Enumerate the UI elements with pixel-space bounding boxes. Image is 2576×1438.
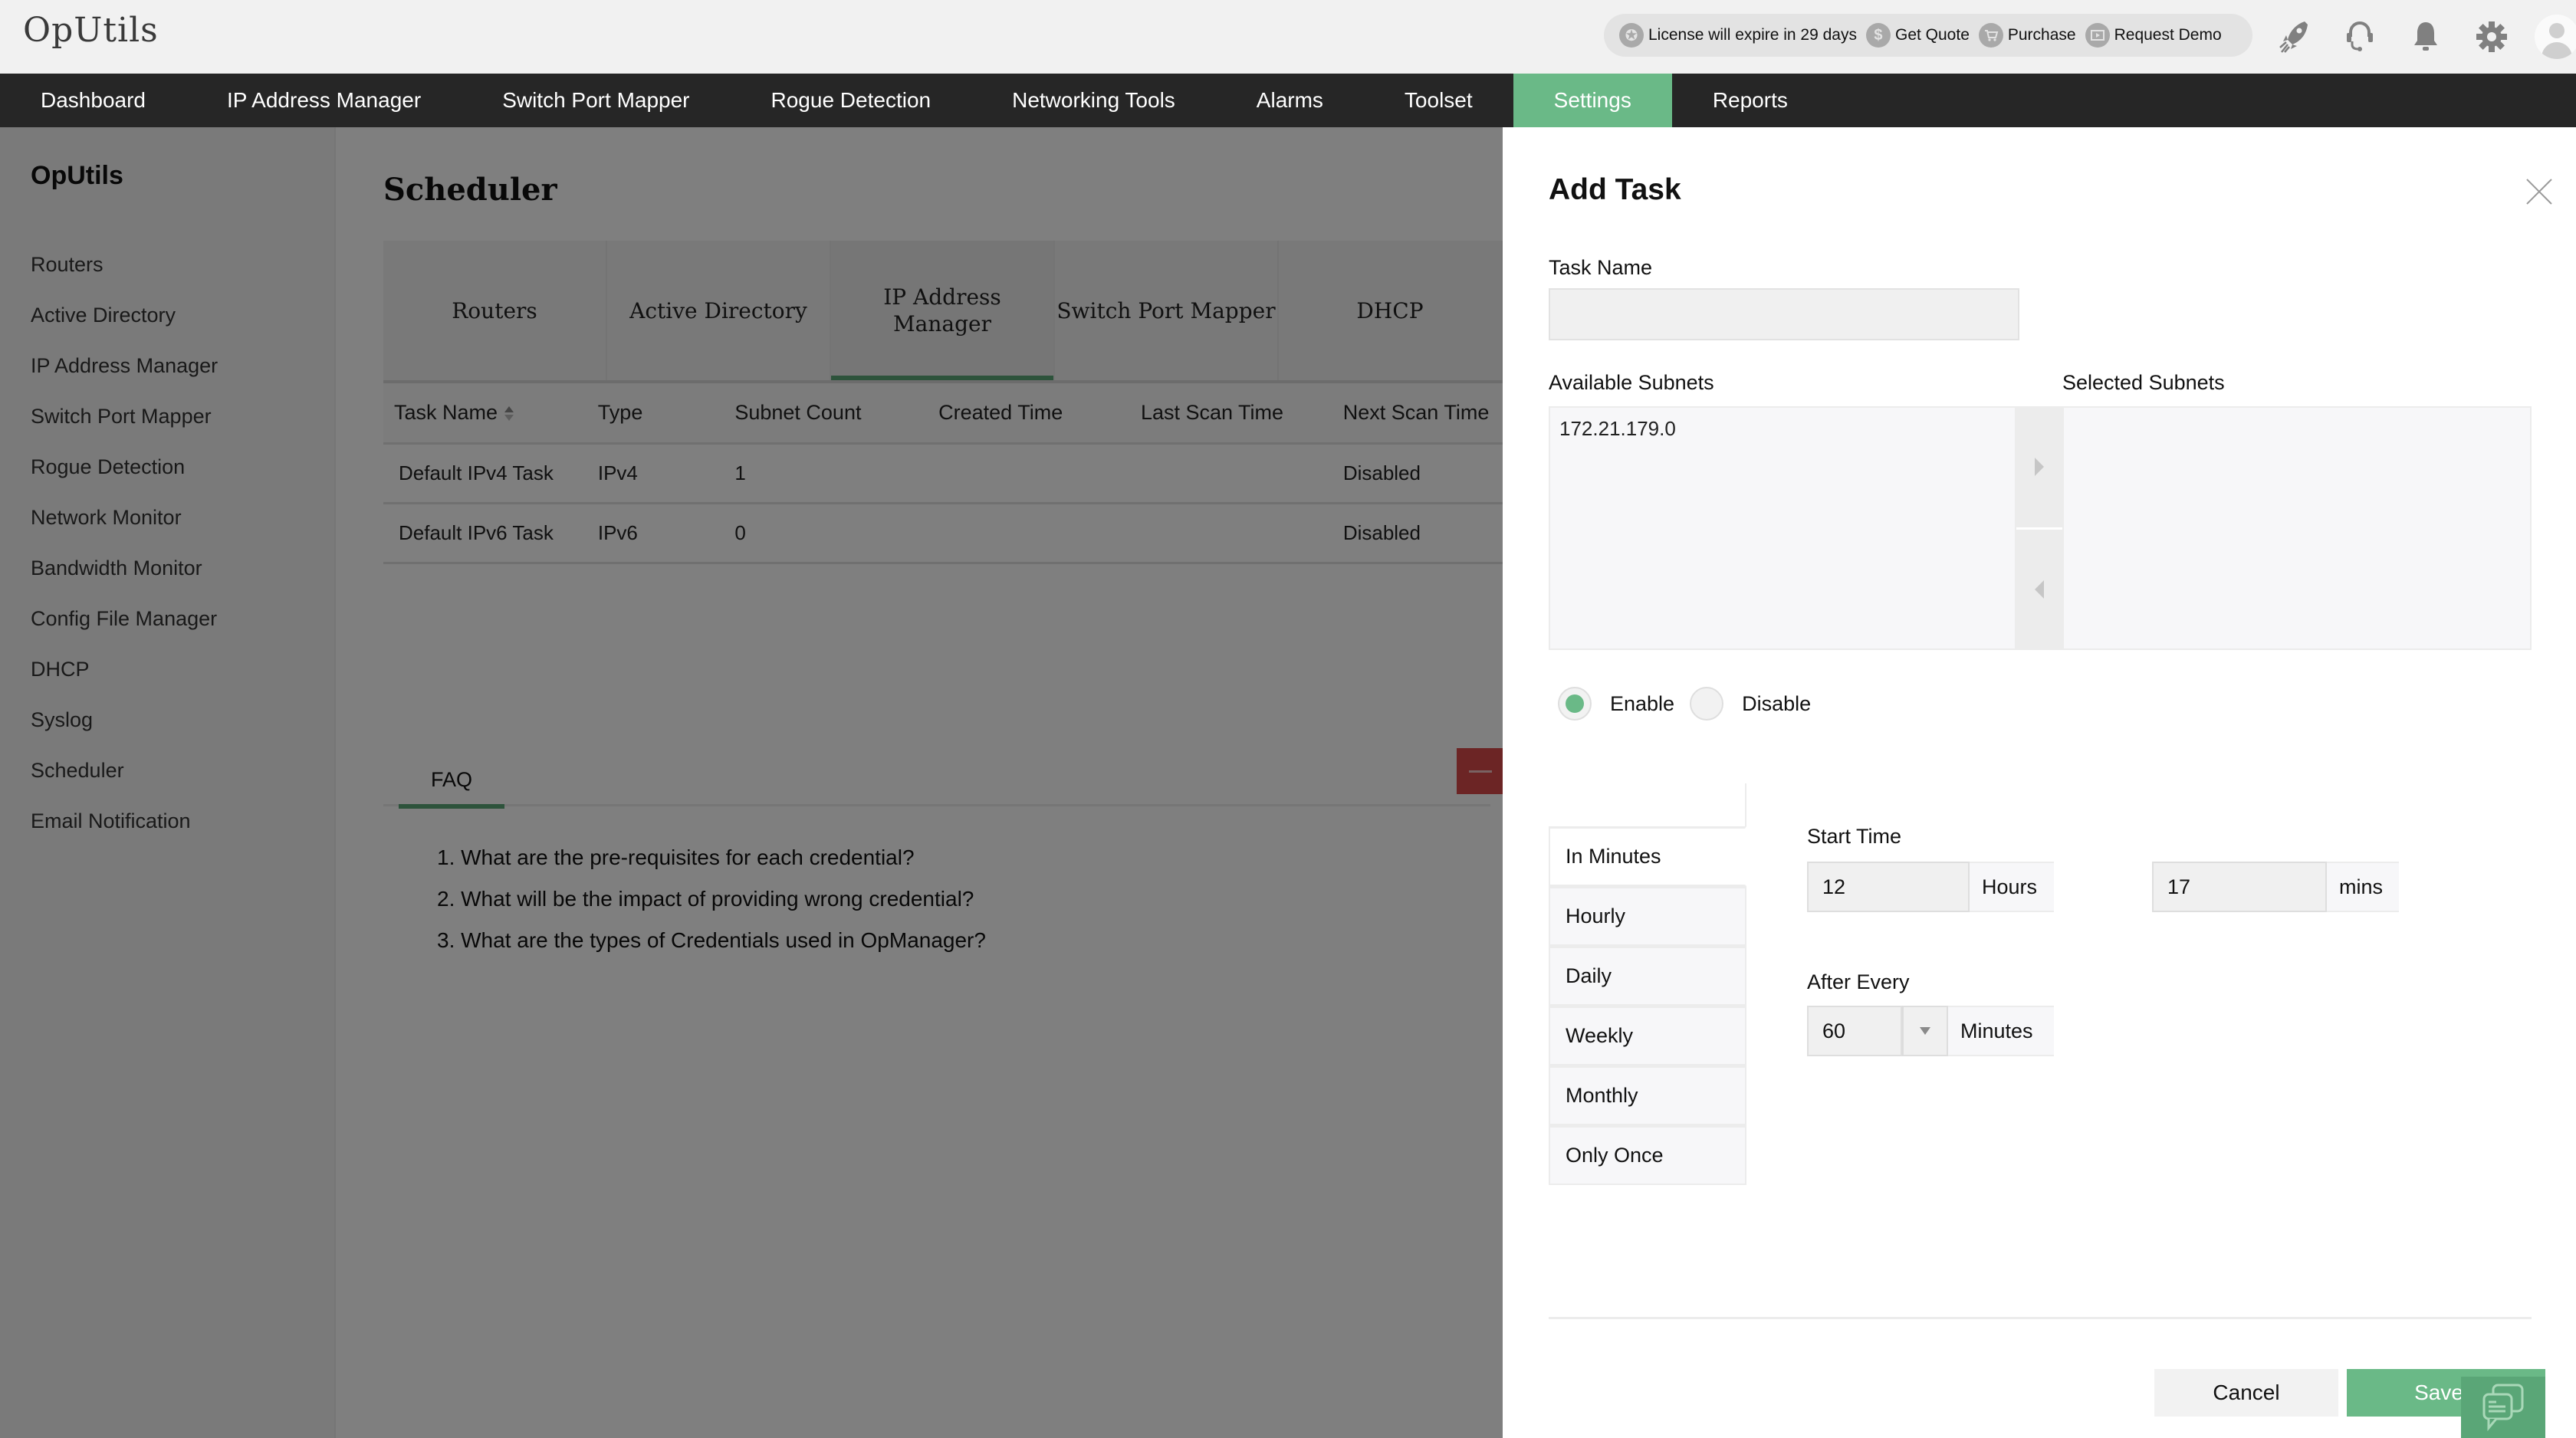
badge-icon: ✪ — [1619, 23, 1644, 48]
get-quote-link[interactable]: $ Get Quote — [1865, 23, 1970, 48]
freq-tab-monthly[interactable]: Monthly — [1549, 1065, 1746, 1125]
cancel-button[interactable]: Cancel — [2154, 1369, 2338, 1417]
avatar[interactable] — [2535, 15, 2576, 59]
gear-icon[interactable] — [2475, 20, 2509, 54]
minutes-suffix: Minutes — [1948, 1006, 2054, 1056]
freq-tab-weekly[interactable]: Weekly — [1549, 1006, 1746, 1065]
move-right-button[interactable] — [2016, 406, 2062, 527]
nav-switch-port-mapper[interactable]: Switch Port Mapper — [462, 74, 730, 127]
transfer-controls — [2016, 406, 2062, 650]
bell-icon[interactable] — [2409, 20, 2443, 54]
start-mins-input[interactable] — [2152, 862, 2327, 912]
purchase-link[interactable]: Purchase — [1978, 23, 2076, 48]
freq-tab-daily[interactable]: Daily — [1549, 946, 1746, 1006]
available-subnets-list[interactable]: 172.21.179.0 — [1549, 406, 2016, 650]
selected-subnets-label: Selected Subnets — [2062, 371, 2225, 394]
after-every-group: 60 Minutes — [1807, 1006, 2054, 1056]
task-name-label: Task Name — [1549, 256, 1653, 279]
nav-toolset[interactable]: Toolset — [1364, 74, 1513, 127]
selected-subnets-list[interactable] — [2062, 406, 2532, 650]
license-text: License will expire in 29 days — [1648, 26, 1857, 44]
mins-suffix: mins — [2327, 862, 2399, 912]
start-mins-group: mins — [2152, 862, 2399, 912]
start-hours-group: Hours — [1807, 862, 2054, 912]
task-name-input[interactable] — [1549, 288, 2019, 340]
arrow-right-icon — [2035, 457, 2044, 476]
get-quote-label: Get Quote — [1894, 26, 1970, 44]
request-demo-label: Request Demo — [2114, 26, 2222, 44]
arrow-left-icon — [2035, 580, 2044, 599]
support-headset-icon[interactable] — [2343, 20, 2377, 54]
hours-suffix: Hours — [1970, 862, 2054, 912]
modal-backdrop[interactable] — [0, 127, 1503, 1438]
add-task-panel: Add Task Task Name Available Subnets Sel… — [1503, 127, 2576, 1438]
app-logo[interactable]: OpUtils — [23, 11, 159, 50]
request-demo-link[interactable]: Request Demo — [2085, 23, 2222, 48]
disable-label[interactable]: Disable — [1742, 692, 1811, 716]
purchase-label: Purchase — [2007, 26, 2076, 44]
close-icon[interactable] — [2522, 175, 2556, 208]
nav-alarms[interactable]: Alarms — [1216, 74, 1364, 127]
enable-radio[interactable] — [1558, 687, 1592, 721]
nav-rogue-detection[interactable]: Rogue Detection — [731, 74, 972, 127]
nav-networking-tools[interactable]: Networking Tools — [971, 74, 1216, 127]
frequency-tabs: In Minutes Hourly Daily Weekly Monthly O… — [1549, 783, 1746, 1185]
move-left-button[interactable] — [2016, 529, 2062, 650]
chevron-down-icon[interactable] — [1902, 1006, 1948, 1056]
status-radio-group: Enable Disable — [1558, 687, 1826, 721]
nav-reports[interactable]: Reports — [1672, 74, 1829, 127]
disable-radio[interactable] — [1690, 687, 1724, 721]
dollar-icon: $ — [1865, 23, 1891, 48]
after-every-label: After Every — [1807, 970, 1910, 993]
chat-icon — [2482, 1384, 2524, 1431]
after-every-select[interactable]: 60 — [1807, 1006, 1902, 1056]
available-subnets-label: Available Subnets — [1549, 371, 1714, 394]
main-nav: Dashboard IP Address Manager Switch Port… — [0, 74, 2576, 127]
rocket-icon[interactable] — [2277, 20, 2311, 54]
nav-ip-address-manager[interactable]: IP Address Manager — [186, 74, 462, 127]
panel-title: Add Task — [1549, 173, 1681, 206]
enable-label[interactable]: Enable — [1610, 692, 1674, 716]
freq-tab-hourly[interactable]: Hourly — [1549, 886, 1746, 946]
nav-settings[interactable]: Settings — [1513, 74, 1672, 127]
chat-button[interactable] — [2461, 1369, 2545, 1438]
subnet-option[interactable]: 172.21.179.0 — [1550, 408, 2015, 450]
panel-divider — [1549, 1317, 2532, 1319]
header-actions — [2277, 15, 2576, 59]
freq-tab-in-minutes[interactable]: In Minutes — [1549, 826, 1746, 886]
nav-dashboard[interactable]: Dashboard — [0, 74, 186, 127]
start-hours-input[interactable] — [1807, 862, 1970, 912]
license-info[interactable]: ✪ License will expire in 29 days — [1619, 23, 1857, 48]
cart-icon — [1978, 23, 2003, 48]
freq-tab-only-once[interactable]: Only Once — [1549, 1125, 1746, 1185]
top-header: OpUtils ✪ License will expire in 29 days… — [0, 0, 2576, 74]
promo-bar: ✪ License will expire in 29 days $ Get Q… — [1604, 14, 2252, 57]
frequency-tabs-spacer — [1549, 783, 1746, 826]
video-icon — [2085, 23, 2110, 48]
start-time-label: Start Time — [1807, 825, 1902, 848]
